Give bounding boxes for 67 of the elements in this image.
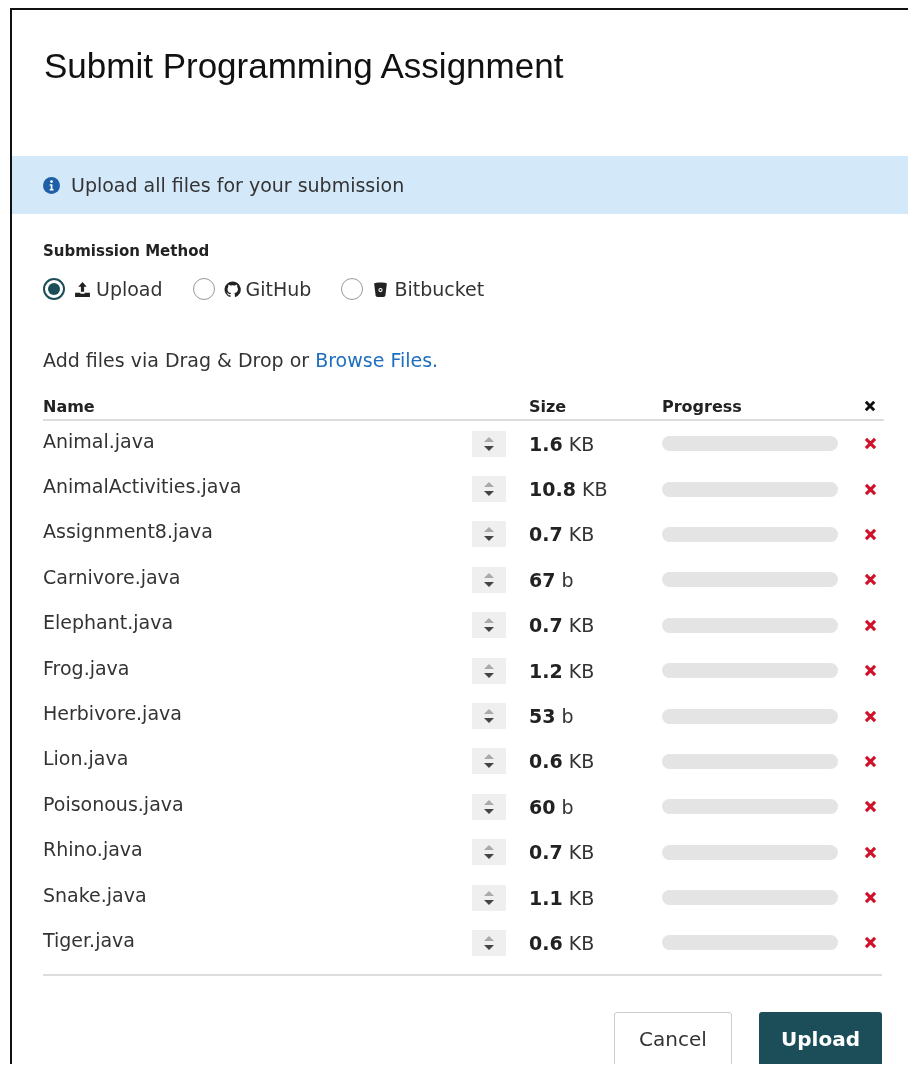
radio-option[interactable]: GitHub <box>192 278 312 300</box>
file-size: 53 b <box>529 705 575 728</box>
reorder-handle[interactable] <box>472 657 506 684</box>
file-size: 0.7 KB <box>529 614 596 637</box>
file-size: 1.1 KB <box>529 886 596 909</box>
column-header: Size <box>529 396 568 416</box>
file-name: Frog.java <box>43 656 131 679</box>
radio-option[interactable]: Bitbucket <box>341 278 485 300</box>
radio-button[interactable] <box>43 278 65 300</box>
file-size: 1.6 KB <box>529 432 596 455</box>
file-size: 1.2 KB <box>529 659 596 682</box>
browse-files-link[interactable]: Browse Files. <box>315 349 439 371</box>
file-name: Lion.java <box>43 747 130 770</box>
upload-button[interactable]: Upload <box>759 1011 882 1064</box>
radio-option[interactable]: Upload <box>43 278 163 300</box>
dialog-title: Submit Programming Assignment <box>43 45 565 87</box>
remove-icon[interactable] <box>863 936 877 950</box>
file-name: Elephant.java <box>43 611 175 634</box>
upload-icon <box>74 280 91 298</box>
remove-icon[interactable] <box>863 573 877 587</box>
reorder-handle[interactable] <box>472 521 506 548</box>
file-name: Assignment8.java <box>43 520 214 543</box>
file-name: Carnivore.java <box>43 565 182 588</box>
file-size: 10.8 KB <box>529 478 609 501</box>
reorder-handle[interactable] <box>472 884 506 911</box>
remove-icon[interactable] <box>863 618 877 632</box>
remove-icon[interactable] <box>863 709 877 723</box>
banner-text: Upload all files for your submission <box>71 174 405 196</box>
reorder-handle[interactable] <box>472 430 506 457</box>
column-header: Name <box>43 396 96 416</box>
reorder-handle[interactable] <box>472 748 506 775</box>
reorder-handle[interactable] <box>472 793 506 820</box>
bucket-icon <box>372 280 390 298</box>
file-size: 60 b <box>529 795 575 818</box>
file-name: Rhino.java <box>43 838 144 861</box>
remove-icon[interactable] <box>863 437 877 451</box>
file-name: Snake.java <box>43 883 148 906</box>
file-name: Animal.java <box>43 429 156 452</box>
file-size: 0.6 KB <box>529 932 596 954</box>
instruction-text: Add files via Drag & Drop or Browse Files. <box>43 349 440 371</box>
file-name: Poisonous.java <box>43 792 185 815</box>
file-name: Tiger.java <box>43 929 136 951</box>
column-header: Progress <box>662 396 743 416</box>
section-label: Submission Method <box>43 242 211 260</box>
file-size: 0.7 KB <box>529 841 596 864</box>
remove-icon[interactable] <box>863 482 877 496</box>
file-name: Herbivore.java <box>43 702 183 725</box>
file-name: AnimalActivities.java <box>43 475 243 498</box>
file-size: 0.7 KB <box>529 523 596 546</box>
close-icon <box>864 400 876 412</box>
remove-icon[interactable] <box>863 754 877 768</box>
reorder-handle[interactable] <box>472 703 506 730</box>
info-icon <box>43 176 60 194</box>
remove-icon[interactable] <box>863 664 877 678</box>
cancel-button[interactable]: Cancel <box>614 1011 732 1064</box>
remove-icon[interactable] <box>863 845 877 859</box>
reorder-handle[interactable] <box>472 566 506 593</box>
file-size: 67 b <box>529 568 575 591</box>
file-size: 0.6 KB <box>529 750 596 773</box>
reorder-handle[interactable] <box>472 930 506 956</box>
reorder-handle[interactable] <box>472 839 506 866</box>
github-icon <box>223 280 241 298</box>
remove-icon[interactable] <box>863 891 877 905</box>
reorder-handle[interactable] <box>472 476 506 503</box>
reorder-handle[interactable] <box>472 612 506 639</box>
remove-icon[interactable] <box>863 800 877 814</box>
remove-icon[interactable] <box>863 527 877 541</box>
